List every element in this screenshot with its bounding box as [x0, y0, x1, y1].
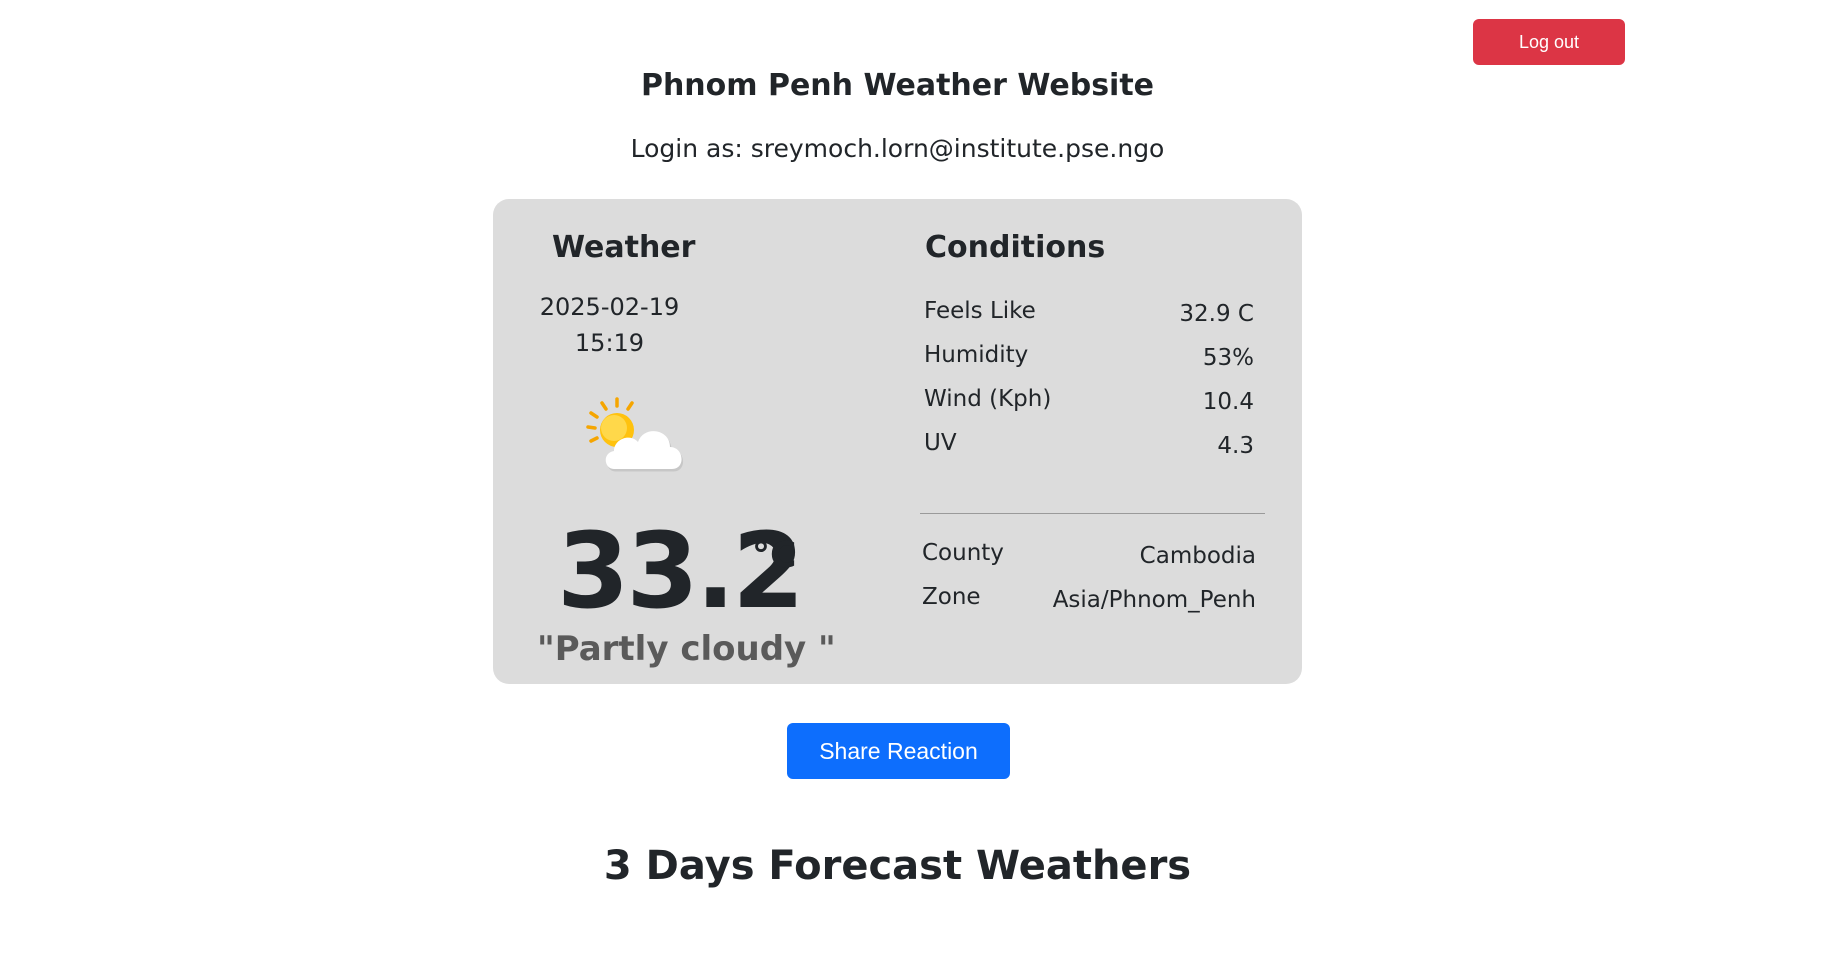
condition-row-humidity: Humidity 53%	[924, 342, 1254, 371]
condition-label: Wind (Kph)	[924, 386, 1052, 412]
location-label: Zone	[922, 584, 981, 610]
condition-value: 10.4	[1202, 389, 1254, 415]
weather-date: 2025-02-19	[539, 293, 680, 321]
page-title: Phnom Penh Weather Website	[640, 68, 1155, 103]
condition-row-wind: Wind (Kph) 10.4	[924, 386, 1254, 415]
location-row-zone: Zone Asia/Phnom_Penh	[922, 584, 1256, 613]
location-value: Asia/Phnom_Penh	[1052, 587, 1256, 613]
weather-description: "Partly cloudy "	[537, 629, 836, 669]
location-value: Cambodia	[1139, 543, 1256, 569]
condition-value: 53%	[1202, 345, 1254, 371]
logout-button[interactable]: Log out	[1473, 19, 1625, 65]
condition-value: 4.3	[1217, 433, 1254, 459]
condition-row-uv: UV 4.3	[924, 430, 1254, 459]
forecast-heading: 3 Days Forecast Weathers	[603, 843, 1192, 889]
divider	[920, 513, 1265, 514]
condition-value: 32.9 C	[1179, 301, 1254, 327]
condition-label: Feels Like	[924, 298, 1036, 324]
conditions-heading: Conditions	[925, 230, 1106, 265]
login-status: Login as: sreymoch.lorn@institute.pse.ng…	[630, 134, 1165, 163]
weather-heading: Weather	[552, 230, 696, 265]
share-reaction-button[interactable]: Share Reaction	[787, 723, 1010, 779]
condition-row-feels-like: Feels Like 32.9 C	[924, 298, 1254, 327]
partly-cloudy-icon	[586, 397, 684, 472]
location-label: County	[922, 540, 1004, 566]
location-row-county: County Cambodia	[922, 540, 1256, 569]
condition-label: Humidity	[924, 342, 1029, 368]
weather-card: Weather 2025-02-19 15:19 33.2 °C "Partly…	[493, 199, 1302, 684]
weather-time: 15:19	[574, 329, 645, 357]
temperature-unit: °C	[752, 535, 797, 576]
condition-label: UV	[924, 430, 957, 456]
